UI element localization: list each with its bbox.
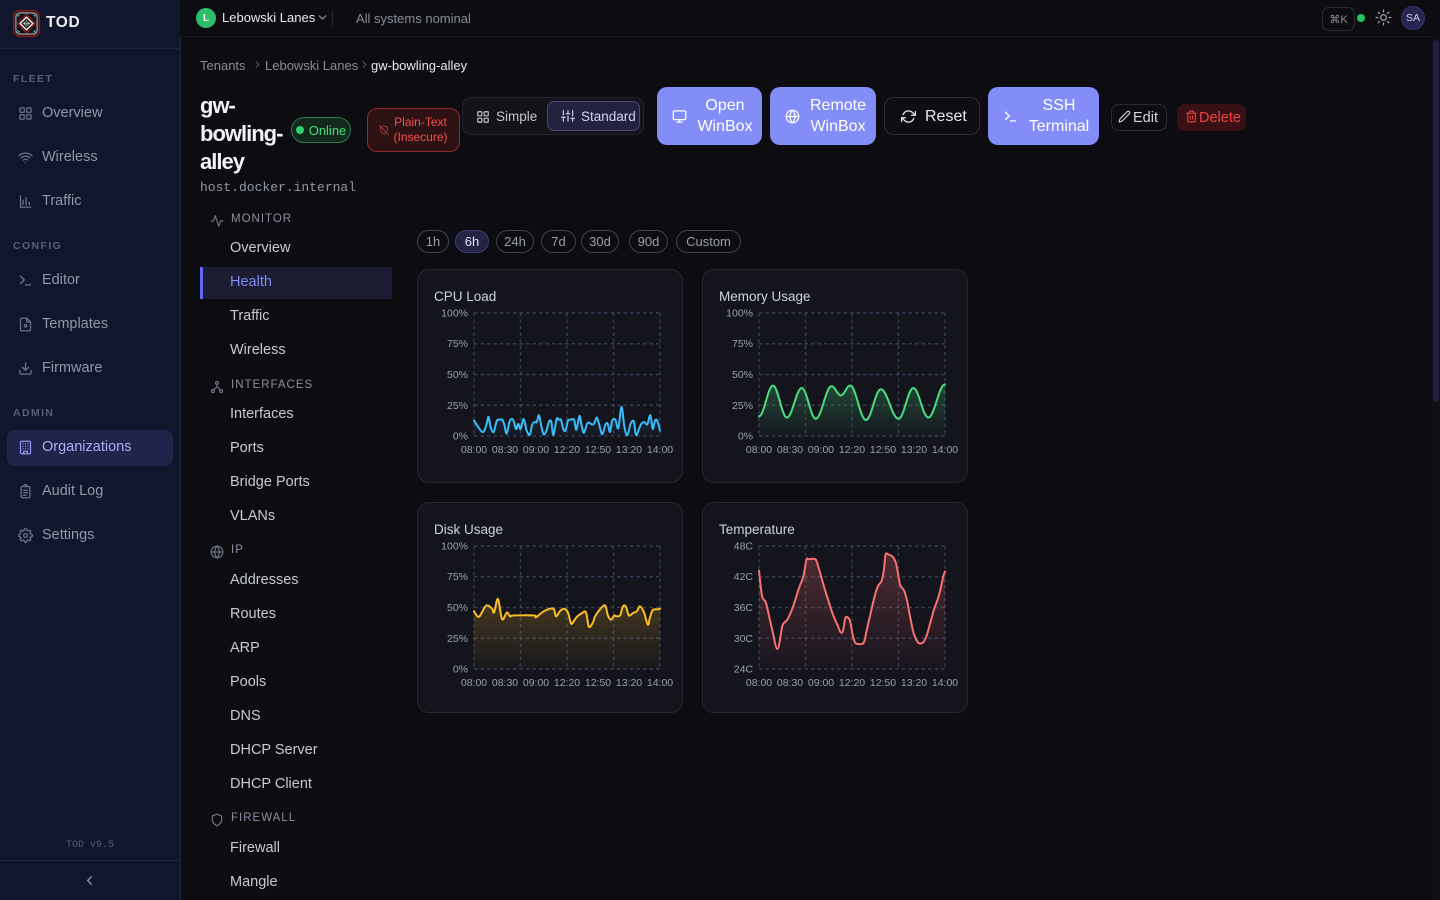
svg-text:08:00: 08:00 [746,444,772,456]
svg-text:08:00: 08:00 [461,444,487,456]
svg-text:12:50: 12:50 [870,677,896,689]
svg-text:42C: 42C [734,571,754,583]
svg-text:08:30: 08:30 [492,677,518,689]
svg-text:09:00: 09:00 [523,677,549,689]
svg-text:75%: 75% [732,338,753,350]
svg-text:14:00: 14:00 [647,444,673,456]
svg-text:08:00: 08:00 [746,677,772,689]
svg-text:08:30: 08:30 [777,444,803,456]
svg-text:08:30: 08:30 [492,444,518,456]
svg-text:14:00: 14:00 [647,677,673,689]
svg-text:13:20: 13:20 [901,677,927,689]
svg-text:14:00: 14:00 [932,677,958,689]
svg-text:100%: 100% [726,308,753,320]
svg-text:13:20: 13:20 [901,444,927,456]
svg-text:12:20: 12:20 [554,444,580,456]
svg-text:50%: 50% [732,369,753,381]
svg-text:0%: 0% [453,664,468,676]
svg-text:50%: 50% [447,369,468,381]
svg-text:13:20: 13:20 [616,444,642,456]
svg-text:09:00: 09:00 [808,444,834,456]
svg-text:25%: 25% [732,400,753,412]
svg-text:30C: 30C [734,633,754,645]
svg-text:Memory Usage: Memory Usage [719,289,811,304]
svg-text:0%: 0% [738,431,753,443]
svg-text:75%: 75% [447,338,468,350]
svg-text:50%: 50% [447,602,468,614]
svg-text:12:20: 12:20 [554,677,580,689]
svg-text:Temperature: Temperature [719,522,795,537]
svg-text:48C: 48C [734,541,754,553]
svg-text:09:00: 09:00 [808,677,834,689]
svg-text:100%: 100% [441,541,468,553]
svg-text:12:50: 12:50 [870,444,896,456]
svg-text:0%: 0% [453,431,468,443]
svg-text:25%: 25% [447,633,468,645]
svg-text:CPU Load: CPU Load [434,289,496,304]
svg-text:13:20: 13:20 [616,677,642,689]
svg-text:75%: 75% [447,571,468,583]
svg-text:100%: 100% [441,308,468,320]
svg-text:Disk Usage: Disk Usage [434,522,503,537]
svg-text:14:00: 14:00 [932,444,958,456]
svg-text:12:50: 12:50 [585,677,611,689]
svg-text:36C: 36C [734,602,754,614]
svg-text:12:20: 12:20 [839,677,865,689]
svg-text:25%: 25% [447,400,468,412]
svg-text:24C: 24C [734,664,754,676]
svg-text:08:00: 08:00 [461,677,487,689]
svg-text:08:30: 08:30 [777,677,803,689]
svg-text:09:00: 09:00 [523,444,549,456]
svg-text:12:20: 12:20 [839,444,865,456]
svg-text:12:50: 12:50 [585,444,611,456]
